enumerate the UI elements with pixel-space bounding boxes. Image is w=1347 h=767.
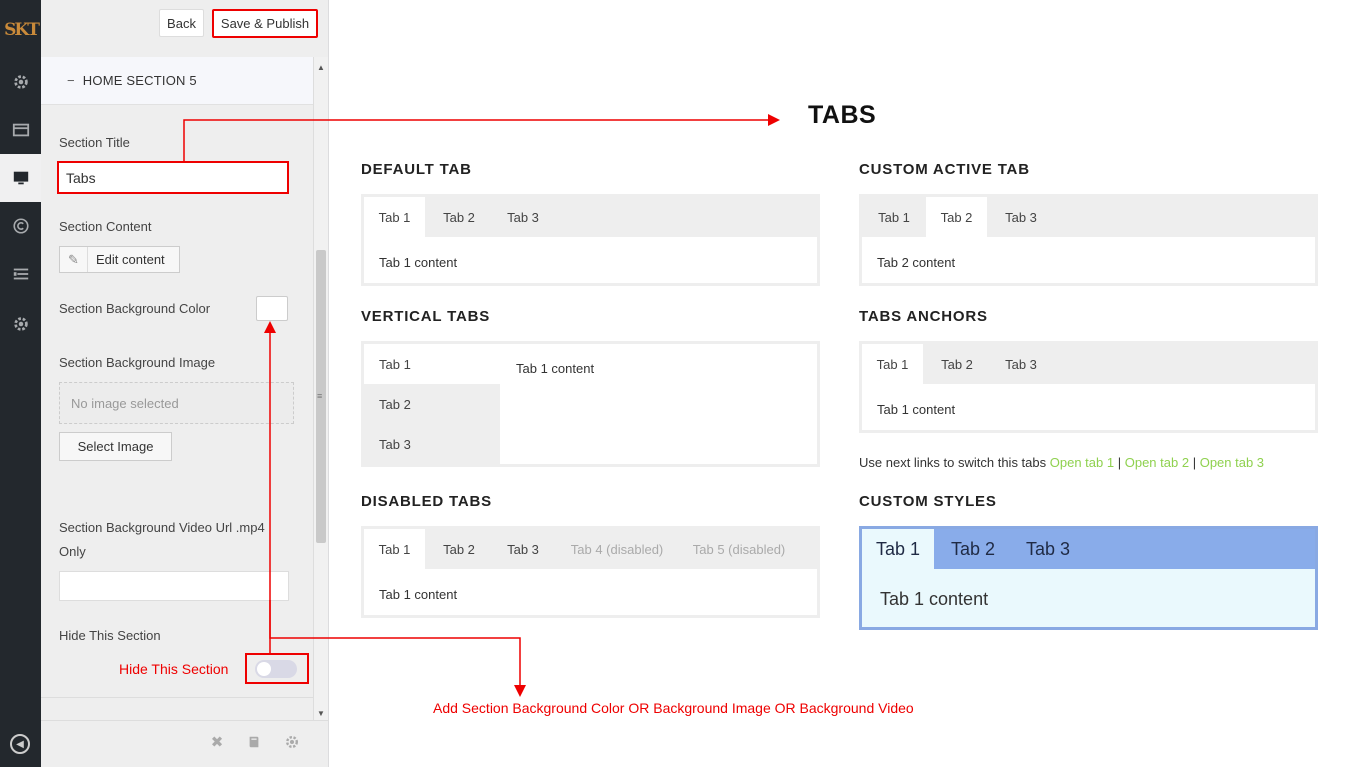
back-button[interactable]: Back [159,9,204,37]
pencil-icon: ✎ [60,247,88,272]
tab-2[interactable]: Tab 2 [364,384,500,424]
save-publish-button[interactable]: Save & Publish [212,9,318,38]
hide-section-toggle-frame [245,653,309,684]
card-icon[interactable] [0,106,41,154]
no-image-placeholder: No image selected [59,382,294,424]
bg-color-label: Section Background Color [59,301,211,316]
bg-image-label: Section Background Image [59,355,216,370]
bg-video-input[interactable] [59,571,289,601]
vertical-tabs-heading: VERTICAL TABS [361,308,491,325]
gear-icon[interactable] [0,300,41,348]
panel-footer: ✖ [41,720,329,767]
vertical-tabs-box: Tab 1 Tab 2 Tab 3 Tab 1 content [361,341,820,467]
background-annotation: Add Section Background Color OR Backgrou… [433,700,914,716]
divider [41,697,313,698]
tabs-anchors-box: Tab 1 Tab 2 Tab 3 Tab 1 content [859,341,1318,433]
open-tab-1-link[interactable]: Open tab 1 [1050,455,1114,470]
tab-content: Tab 1 content [379,255,458,270]
tab-2[interactable]: Tab 2 [936,529,1010,569]
close-icon[interactable]: ✖ [208,733,226,751]
panel-scrollbar[interactable]: ▲ ≡ ▼ [313,57,328,720]
section-content-label: Section Content [59,219,152,234]
tab-bar: Tab 1 Tab 2 Tab 3 Tab 4 (disabled) Tab 5… [364,529,817,569]
list-icon[interactable] [0,250,41,298]
tab-4-disabled: Tab 4 (disabled) [570,541,664,557]
tab-1[interactable]: Tab 1 [862,529,934,569]
tab-1[interactable]: Tab 1 [364,529,425,569]
tab-1[interactable]: Tab 1 [364,344,500,384]
tab-bar: Tab 1 Tab 2 Tab 3 [862,529,1315,569]
hide-section-toggle[interactable] [255,660,297,678]
toggle-knob [257,662,271,676]
bg-color-swatch[interactable] [256,296,288,321]
gear-icon[interactable] [0,58,41,106]
tab-2[interactable]: Tab 2 [926,197,987,237]
tab-1[interactable]: Tab 1 [862,344,923,384]
default-tab-heading: DEFAULT TAB [361,161,472,178]
bg-video-label: Section Background Video Url .mp4 [59,520,265,535]
select-image-button[interactable]: Select Image [59,432,172,461]
disabled-tabs-heading: DISABLED TABS [361,493,492,510]
panel-topbar: Back Save & Publish [41,0,329,47]
tab-1[interactable]: Tab 1 [364,197,425,237]
tab-1[interactable]: Tab 1 [862,197,926,237]
custom-styles-heading: CUSTOM STYLES [859,493,997,510]
collapse-icon[interactable]: ◀ [10,734,30,754]
copyright-icon[interactable] [0,202,41,250]
tabs-anchors-heading: TABS ANCHORS [859,308,988,325]
tab-3[interactable]: Tab 3 [1010,529,1086,569]
switch-links-line: Use next links to switch this tabs Open … [859,455,1264,470]
tab-2[interactable]: Tab 2 [925,344,989,384]
tab-content: Tab 1 content [880,589,989,609]
section-heading[interactable]: − HOME SECTION 5 [41,57,313,105]
tab-2[interactable]: Tab 2 [427,529,491,569]
customizer-panel: Back Save & Publish − HOME SECTION 5 Sec… [41,0,329,767]
gear-icon[interactable] [283,733,301,751]
tab-bar: Tab 1 Tab 2 Tab 3 [862,344,1315,384]
link-separator: | [1192,455,1197,470]
tab-5-disabled: Tab 5 (disabled) [692,541,786,557]
book-icon[interactable] [245,733,263,751]
link-separator: | [1117,455,1122,470]
skt-logo: SKT [4,20,40,40]
tab-bar: Tab 1 Tab 2 Tab 3 [364,197,817,237]
tab-content: Tab 1 content [516,361,595,376]
admin-rail: SKT ◀ [0,0,41,767]
bg-video-label-only: Only [59,544,86,559]
disabled-tabs-box: Tab 1 Tab 2 Tab 3 Tab 4 (disabled) Tab 5… [361,526,820,618]
section-heading-label: HOME SECTION 5 [82,73,197,88]
tab-3[interactable]: Tab 3 [491,529,555,569]
edit-content-label: Edit content [96,252,165,267]
open-tab-2-link[interactable]: Open tab 2 [1125,455,1189,470]
tab-content: Tab 1 content [379,587,458,602]
scroll-down-icon[interactable]: ▼ [317,709,325,718]
default-tab-box: Tab 1 Tab 2 Tab 3 Tab 1 content [361,194,820,286]
tab-content: Tab 2 content [877,255,956,270]
section-title-input[interactable]: Tabs [57,161,289,194]
scroll-grip-icon: ≡ [317,391,323,401]
hide-section-label: Hide This Section [59,628,161,643]
tab-3[interactable]: Tab 3 [491,197,555,237]
tab-3[interactable]: Tab 3 [364,424,500,464]
scroll-up-icon[interactable]: ▲ [317,63,325,72]
tab-2[interactable]: Tab 2 [427,197,491,237]
custom-styles-box: Tab 1 Tab 2 Tab 3 Tab 1 content [859,526,1318,630]
tab-3[interactable]: Tab 3 [989,344,1053,384]
custom-active-tab-heading: CUSTOM ACTIVE TAB [859,161,1030,178]
edit-content-button[interactable]: ✎ Edit content [59,246,180,273]
monitor-icon[interactable] [0,154,41,202]
custom-active-tab-box: Tab 1 Tab 2 Tab 3 Tab 2 content [859,194,1318,286]
hide-section-annotation: Hide This Section [119,661,229,677]
switch-links-prefix: Use next links to switch this tabs [859,455,1047,470]
section-title-label: Section Title [59,135,130,150]
tab-content: Tab 1 content [877,402,956,417]
open-tab-3-link[interactable]: Open tab 3 [1200,455,1264,470]
tab-bar: Tab 1 Tab 2 Tab 3 [862,197,1315,237]
minus-icon: − [67,73,75,88]
tab-3[interactable]: Tab 3 [989,197,1053,237]
page-title: TABS [808,101,877,129]
